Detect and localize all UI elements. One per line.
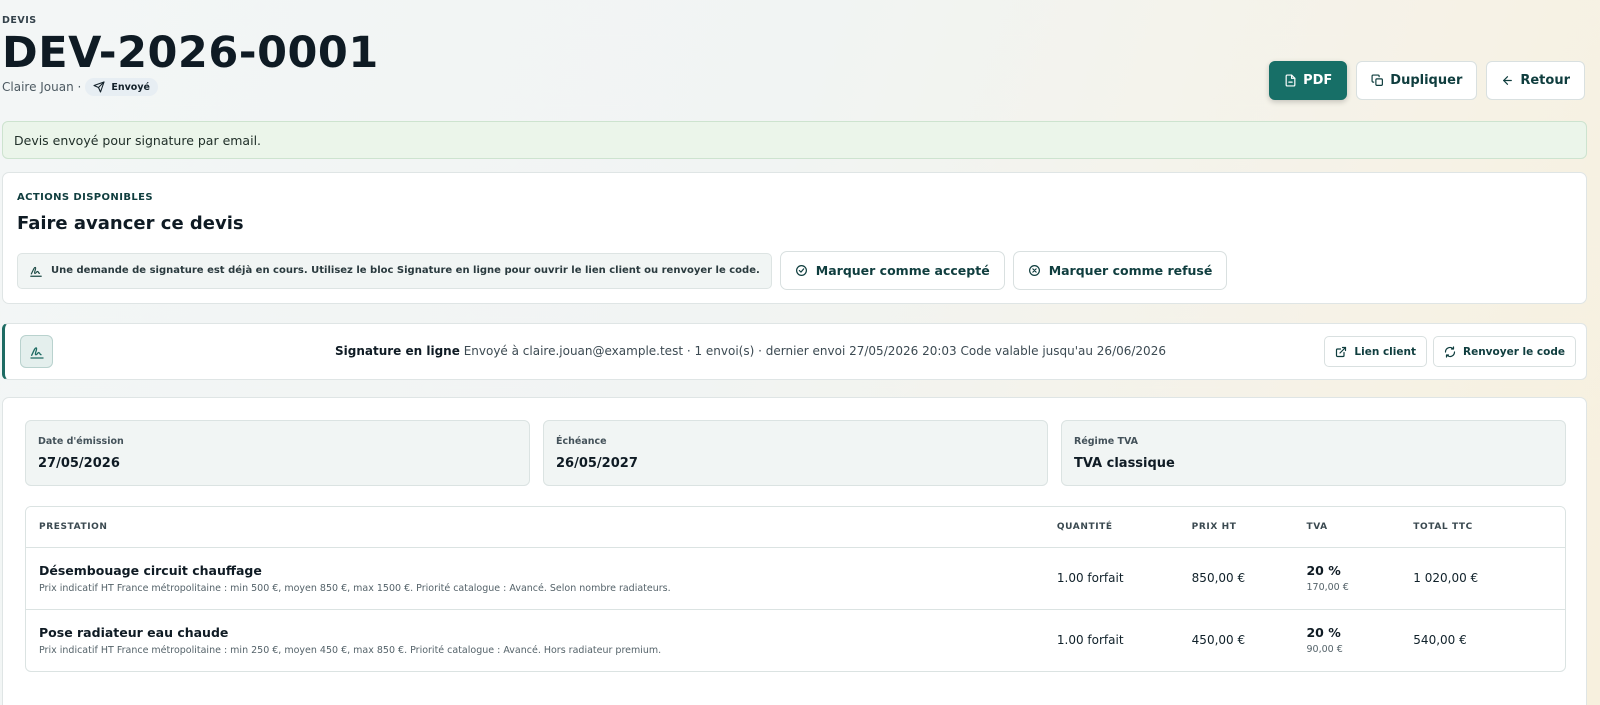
status-badge-label: Envoyé — [111, 81, 150, 93]
line-items-table: PRESTATION QUANTITÉ PRIX HT TVA TOTAL TT… — [25, 506, 1566, 672]
meta-value: 26/05/2027 — [556, 456, 638, 471]
signature-details: Envoyé à claire.jouan@example.test · 1 e… — [463, 344, 1166, 358]
resend-code-label: Renvoyer le code — [1463, 345, 1565, 358]
signature-status: Signature en ligne Envoyé à claire.jouan… — [335, 344, 1166, 358]
mark-refused-button[interactable]: Marquer comme refusé — [1012, 251, 1228, 290]
col-prestation: PRESTATION — [26, 507, 1044, 548]
col-tva: TVA — [1293, 507, 1401, 548]
status-badge: Envoyé — [85, 78, 158, 96]
quote-subline: Claire Jouan · Envoyé — [2, 78, 158, 96]
cell-total-ttc: 1 020,00 € — [1400, 547, 1565, 610]
cell-total-ttc: 540,00 € — [1413, 633, 1467, 648]
table-row: Désembouage circuit chauffage Prix indic… — [26, 547, 1565, 610]
check-circle-icon — [795, 265, 807, 276]
actions-eyebrow: ACTIONS DISPONIBLES — [17, 192, 153, 203]
duplicate-button-label: Dupliquer — [1390, 73, 1463, 88]
col-quantity: QUANTITÉ — [1043, 507, 1179, 548]
cell-prestation: Pose radiateur eau chaude Prix indicatif… — [26, 609, 1044, 671]
col-total-ttc: TOTAL TTC — [1400, 507, 1565, 548]
signature-actions: Lien client Renvoyer le code — [1324, 336, 1576, 367]
client-link-button[interactable]: Lien client — [1324, 336, 1427, 367]
item-title: Désembouage circuit chauffage — [39, 562, 262, 578]
cell-tva: 20 % 90,00 € — [1293, 609, 1400, 671]
item-title: Pose radiateur eau chaude — [39, 624, 229, 640]
arrow-left-icon — [1503, 76, 1513, 85]
signature-icon — [29, 346, 44, 359]
mark-refused-label: Marquer comme refusé — [1048, 263, 1213, 278]
mark-accepted-button[interactable]: Marquer comme accepté — [779, 251, 1005, 290]
tva-amount: 90,00 € — [1306, 644, 1343, 656]
page-eyebrow: DEVIS — [2, 15, 37, 26]
meta-value: TVA classique — [1074, 456, 1175, 471]
online-signature-bar: Signature en ligne Envoyé à claire.jouan… — [2, 323, 1587, 380]
meta-label: Date d'émission — [38, 436, 124, 447]
notice-text: Une demande de signature est déjà en cou… — [51, 265, 760, 276]
mark-accepted-label: Marquer comme accepté — [815, 263, 990, 278]
success-alert: Devis envoyé pour signature par email. — [2, 121, 1587, 159]
external-link-icon — [1336, 346, 1347, 357]
meta-label: Échéance — [556, 436, 607, 447]
table-row: Pose radiateur eau chaude Prix indicatif… — [26, 609, 1565, 671]
cell-prestation: Désembouage circuit chauffage Prix indic… — [26, 547, 1044, 610]
quote-details-card: Date d'émission 27/05/2026 Échéance 26/0… — [2, 397, 1587, 705]
signature-badge — [20, 335, 53, 368]
signature-pending-notice: Une demande de signature est déjà en cou… — [17, 252, 772, 289]
pdf-button-label: PDF — [1303, 73, 1333, 88]
back-button[interactable]: Retour — [1486, 61, 1585, 100]
meta-row: Date d'émission 27/05/2026 Échéance 26/0… — [25, 420, 1566, 486]
due-date-field: Échéance 26/05/2027 — [543, 420, 1048, 486]
tva-rate: 20 % — [1306, 625, 1341, 641]
actions-row: Une demande de signature est déjà en cou… — [17, 251, 1228, 290]
back-button-label: Retour — [1520, 73, 1570, 88]
item-description: Prix indicatif HT France métropolitaine … — [39, 644, 662, 656]
copy-icon — [1371, 74, 1384, 86]
item-description: Prix indicatif HT France métropolitaine … — [39, 582, 671, 594]
resend-code-button[interactable]: Renvoyer le code — [1433, 336, 1576, 367]
x-circle-icon — [1028, 265, 1040, 276]
signature-icon — [30, 266, 42, 277]
signature-title: Signature en ligne — [335, 344, 460, 358]
refresh-icon — [1444, 345, 1456, 358]
header-actions: PDF Dupliquer Retour — [1269, 61, 1585, 100]
tva-rate: 20 % — [1306, 563, 1341, 578]
cell-quantity: 1.00 forfait — [1056, 633, 1124, 648]
cell-tva: 20 % 170,00 € — [1293, 547, 1401, 610]
meta-value: 27/05/2026 — [38, 456, 120, 471]
alert-message: Devis envoyé pour signature par email. — [14, 132, 262, 148]
vat-regime-field: Régime TVA TVA classique — [1061, 420, 1566, 486]
pdf-button[interactable]: PDF — [1269, 61, 1348, 100]
col-price-ht: PRIX HT — [1178, 507, 1294, 548]
client-name: Claire Jouan · — [2, 80, 82, 94]
page-title: DEV-2026-0001 — [2, 28, 379, 78]
cell-price-ht: 850,00 € — [1178, 547, 1294, 610]
duplicate-button[interactable]: Dupliquer — [1356, 61, 1478, 100]
cell-price-ht: 450,00 € — [1191, 633, 1246, 648]
issue-date-field: Date d'émission 27/05/2026 — [25, 420, 530, 486]
actions-title: Faire avancer ce devis — [17, 213, 244, 234]
table-header-row: PRESTATION QUANTITÉ PRIX HT TVA TOTAL TT… — [26, 507, 1565, 548]
actions-card: ACTIONS DISPONIBLES Faire avancer ce dev… — [2, 172, 1587, 304]
tva-amount: 170,00 € — [1306, 582, 1349, 593]
file-icon — [1285, 74, 1296, 87]
cell-quantity: 1.00 forfait — [1043, 547, 1179, 610]
client-link-label: Lien client — [1354, 345, 1416, 358]
meta-label: Régime TVA — [1074, 436, 1139, 447]
send-icon — [93, 81, 105, 93]
